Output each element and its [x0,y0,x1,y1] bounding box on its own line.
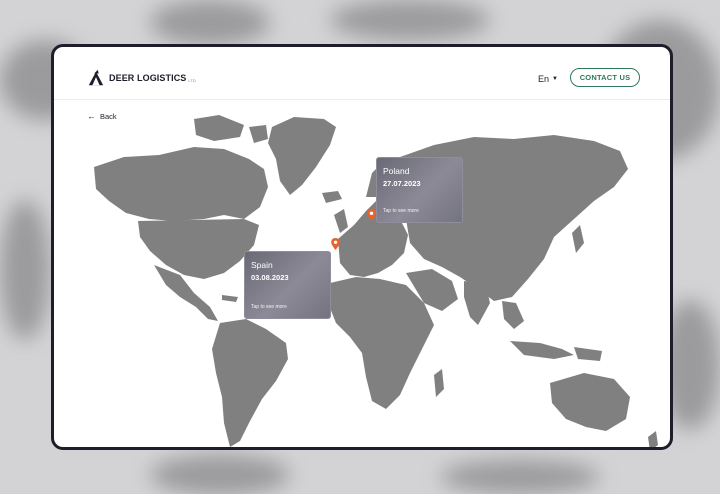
world-map-graphic [94,115,658,447]
brand-suffix: LTD [188,77,196,83]
card-date: 27.07.2023 [383,179,421,188]
language-selector[interactable]: En ▼ [538,74,558,84]
card-date: 03.08.2023 [251,273,289,282]
location-card-poland[interactable]: Poland 27.07.2023 Tap to see more [376,157,463,223]
brand-logo[interactable]: DEER LOGISTICS LTD [87,69,196,87]
language-label: En [538,74,550,84]
deer-logo-icon [88,69,104,86]
map-pin-icon[interactable] [331,238,340,250]
map-pin-icon[interactable] [367,209,376,221]
card-cta: Tap to see more [383,208,419,214]
brand-name: DEER LOGISTICS [109,73,187,83]
world-map[interactable] [54,97,670,447]
location-card-spain[interactable]: Spain 03.08.2023 Tap to see more [244,251,331,319]
card-country: Poland [383,166,410,176]
contact-us-button[interactable]: CONTACT US [570,68,640,87]
card-cta: Tap to see more [251,304,287,310]
chevron-down-icon: ▼ [552,76,558,82]
app-window: DEER LOGISTICS LTD En ▼ CONTACT US ← Bac… [51,44,673,450]
top-bar: DEER LOGISTICS LTD En ▼ CONTACT US [54,47,670,100]
card-country: Spain [251,260,273,270]
